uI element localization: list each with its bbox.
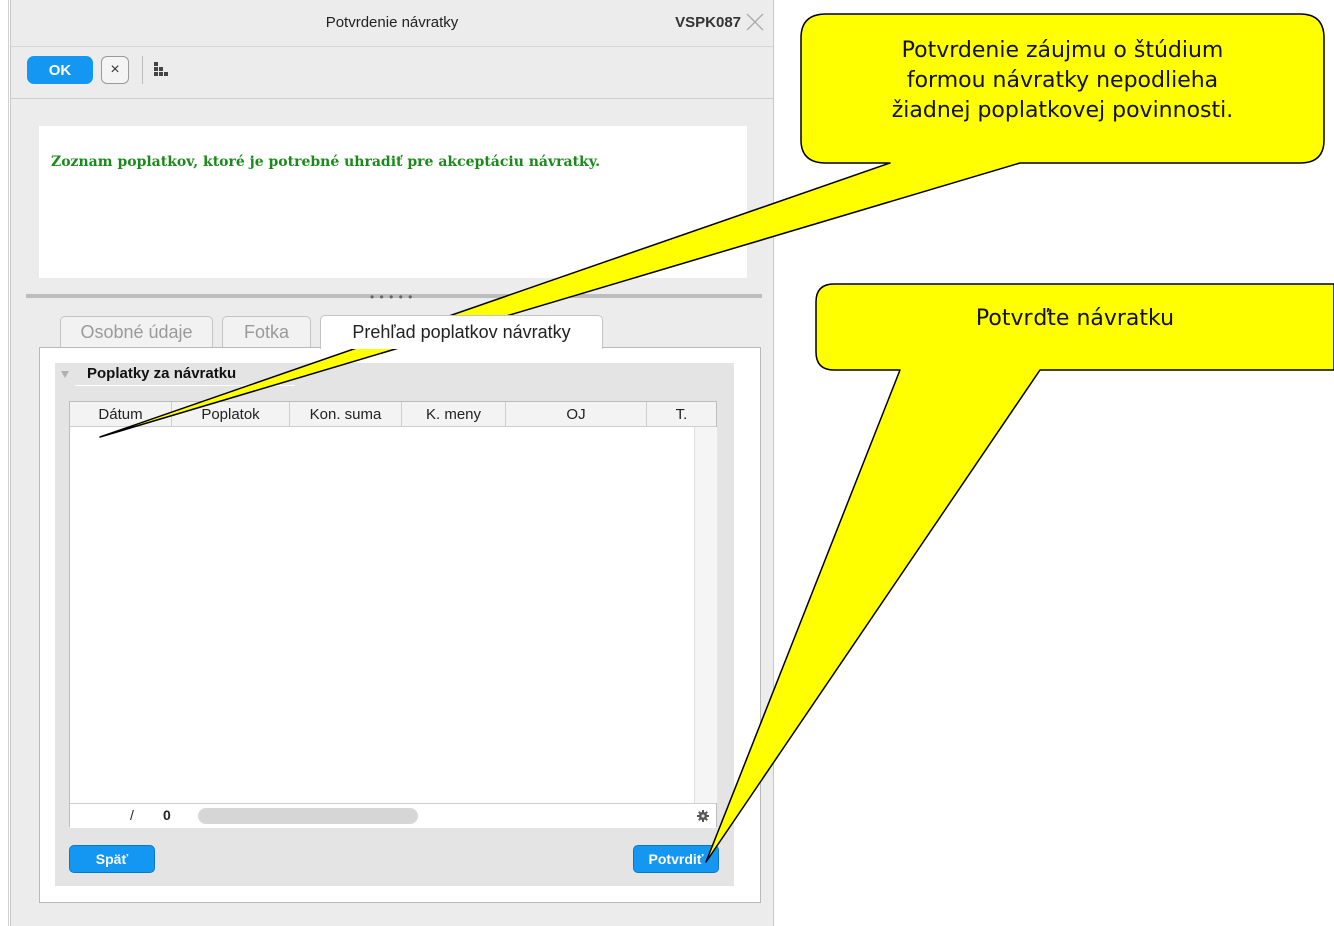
callout-no-fee-text: Potvrdenie záujmu o štúdium formou návra… bbox=[801, 36, 1324, 126]
callout-no-fee-line-1: Potvrdenie záujmu o štúdium bbox=[901, 38, 1224, 63]
callout-overlay bbox=[99, 13, 1334, 863]
callout-confirm-text: Potvrďte návratku bbox=[816, 304, 1334, 334]
callout-no-fee-line-3: žiadnej poplatkovej povinnosti. bbox=[891, 98, 1234, 123]
callout-confirm bbox=[705, 283, 1334, 863]
callout-confirm-line-1: Potvrďte návratku bbox=[975, 306, 1175, 331]
tab-prehlad-poplatkov[interactable]: Prehľad poplatkov návratky bbox=[320, 315, 603, 349]
callout-no-fee-line-2: formou návratky nepodlieha bbox=[906, 68, 1219, 93]
